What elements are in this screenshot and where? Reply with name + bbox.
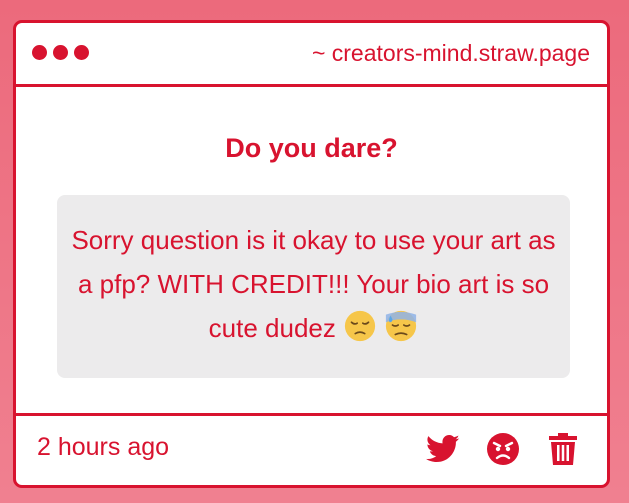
- pensive-face-emoji: [344, 310, 376, 342]
- block-button[interactable]: [484, 430, 522, 468]
- page-url[interactable]: ~ creators-mind.straw.page: [312, 40, 590, 67]
- twitter-icon: [426, 434, 460, 463]
- window-titlebar: ~ creators-mind.straw.page: [16, 23, 607, 87]
- twitter-share-button[interactable]: [424, 430, 462, 468]
- window-dot-icon: [74, 45, 89, 60]
- window-dot-icon: [53, 45, 68, 60]
- trash-icon: [549, 433, 577, 465]
- timestamp: 2 hours ago: [37, 433, 170, 461]
- downcast-face-with-sweat-emoji: [386, 310, 417, 342]
- window-dot-icon: [32, 45, 47, 60]
- question-message: Sorry question is it okay to use your ar…: [71, 225, 556, 343]
- delete-button[interactable]: [544, 430, 582, 468]
- window-controls: [32, 45, 89, 60]
- action-bar: [424, 430, 582, 468]
- question-footer: 2 hours ago: [16, 413, 607, 485]
- angry-face-icon: [487, 433, 519, 465]
- question-message-block: Sorry question is it okay to use your ar…: [71, 218, 556, 350]
- question-heading: Do you dare?: [225, 133, 398, 163]
- question-card: ~ creators-mind.straw.page Do you dare? …: [13, 20, 610, 488]
- question-bubble: Sorry question is it okay to use your ar…: [57, 195, 570, 378]
